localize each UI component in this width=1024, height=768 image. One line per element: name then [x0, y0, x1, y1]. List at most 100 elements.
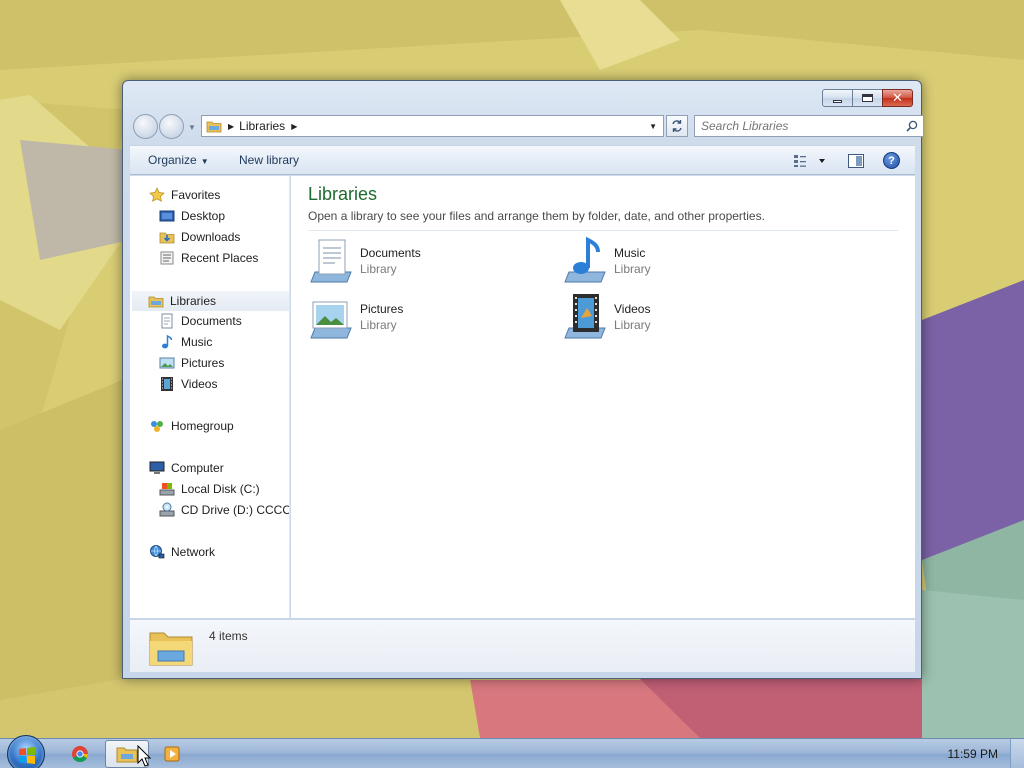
- back-button[interactable]: [133, 114, 158, 139]
- breadcrumb-libraries[interactable]: Libraries: [239, 119, 285, 133]
- library-item-videos[interactable]: Videos Library: [561, 292, 781, 342]
- nav-recent-places-label: Recent Places: [181, 251, 259, 265]
- breadcrumb-arrow-icon[interactable]: ▶: [291, 122, 297, 131]
- nav-downloads-label: Downloads: [181, 230, 241, 244]
- new-library-button[interactable]: New library: [239, 153, 299, 167]
- nav-homegroup[interactable]: Homegroup: [149, 417, 234, 435]
- nav-lib-music-label: Music: [181, 335, 213, 349]
- pictures-library-icon: [310, 301, 352, 339]
- libraries-folder-icon: [149, 632, 193, 666]
- maximize-button[interactable]: [852, 89, 883, 107]
- minimize-icon: [833, 99, 842, 103]
- nav-desktop-label: Desktop: [181, 209, 226, 223]
- recent-places-icon: [159, 250, 175, 266]
- documents-icon: [159, 313, 175, 329]
- nav-cd-drive[interactable]: CD Drive (D:) CCCOMA_X64FRE_EN-US_DV9: [159, 501, 289, 519]
- cd-drive-icon: [159, 502, 175, 518]
- start-button[interactable]: [7, 735, 45, 768]
- library-item-documents[interactable]: Documents Library: [307, 236, 527, 286]
- hard-drive-icon: [159, 481, 175, 497]
- taskbar-chrome[interactable]: [58, 740, 102, 768]
- nav-lib-pictures[interactable]: Pictures: [159, 354, 224, 372]
- show-desktop-button[interactable]: [1010, 739, 1024, 768]
- homegroup-icon: [149, 418, 165, 434]
- refresh-button[interactable]: [666, 115, 688, 137]
- change-view-button[interactable]: [793, 154, 825, 168]
- nav-computer-label: Computer: [171, 461, 224, 475]
- nav-favorites[interactable]: Favorites: [149, 186, 220, 204]
- address-dropdown-icon[interactable]: ▼: [649, 122, 657, 131]
- nav-lib-documents[interactable]: Documents: [159, 312, 242, 330]
- libraries-folder-icon: [148, 293, 164, 309]
- nav-cd-drive-label: CD Drive (D:) CCCOMA_X64FRE_EN-US_DV9: [181, 503, 289, 517]
- nav-homegroup-label: Homegroup: [171, 419, 234, 433]
- library-type: Library: [614, 318, 651, 332]
- nav-recent-places[interactable]: Recent Places: [159, 249, 258, 267]
- page-description: Open a library to see your files and arr…: [308, 209, 765, 223]
- nav-lib-documents-label: Documents: [181, 314, 242, 328]
- nav-lib-videos[interactable]: Videos: [159, 375, 217, 393]
- search-icon[interactable]: [906, 120, 918, 132]
- nav-lib-music[interactable]: Music: [159, 333, 212, 351]
- view-options-icon: [794, 155, 825, 167]
- item-count: 4 items: [209, 629, 248, 643]
- refresh-icon: [672, 120, 682, 132]
- nav-local-disk[interactable]: Local Disk (C:): [159, 480, 260, 498]
- library-type: Library: [360, 262, 397, 276]
- search-box[interactable]: [694, 115, 924, 137]
- documents-library-icon: [310, 239, 352, 283]
- media-player-icon: [164, 746, 180, 762]
- navigation-pane: Favorites Desktop Downloads Recent Place…: [130, 176, 290, 618]
- music-note-icon: [159, 334, 175, 350]
- music-library-icon: [564, 236, 606, 283]
- nav-desktop[interactable]: Desktop: [159, 207, 225, 225]
- library-name: Music: [614, 246, 646, 260]
- network-icon: [149, 544, 165, 560]
- navigation-bar: ▼ ▶ Libraries ▶ ▼: [131, 113, 924, 139]
- content-pane: Libraries Open a library to see your fil…: [291, 176, 915, 618]
- library-name: Pictures: [360, 302, 404, 316]
- pictures-icon: [159, 355, 175, 371]
- nav-favorites-label: Favorites: [171, 188, 221, 202]
- minimize-button[interactable]: [822, 89, 853, 107]
- nav-network-label: Network: [171, 545, 216, 559]
- nav-network[interactable]: Network: [149, 543, 215, 561]
- chevron-down-icon: ▼: [200, 157, 209, 166]
- forward-button[interactable]: [159, 114, 184, 139]
- chrome-icon: [72, 746, 88, 762]
- nav-libraries[interactable]: Libraries: [132, 291, 289, 311]
- organize-button[interactable]: Organize ▼: [148, 153, 209, 167]
- help-button[interactable]: ?: [883, 152, 900, 169]
- nav-lib-videos-label: Videos: [181, 377, 218, 391]
- videos-library-icon: [564, 294, 606, 339]
- library-type: Library: [360, 318, 397, 332]
- system-clock[interactable]: 11:59 PM: [948, 747, 998, 761]
- nav-lib-pictures-label: Pictures: [181, 356, 225, 370]
- page-title: Libraries: [308, 184, 378, 204]
- details-pane: 4 items: [130, 619, 915, 672]
- explorer-icon: [116, 747, 138, 763]
- search-input[interactable]: [701, 119, 901, 133]
- library-item-pictures[interactable]: Pictures Library: [307, 292, 527, 342]
- library-name: Documents: [360, 246, 421, 260]
- nav-downloads[interactable]: Downloads: [159, 228, 240, 246]
- close-button[interactable]: ✕: [882, 89, 913, 107]
- recent-pages-dropdown[interactable]: ▼: [188, 123, 196, 132]
- caption-buttons: ✕: [822, 89, 913, 107]
- library-item-music[interactable]: Music Library: [561, 236, 781, 286]
- breadcrumb-arrow-icon[interactable]: ▶: [228, 122, 234, 131]
- computer-icon: [149, 460, 165, 476]
- downloads-folder-icon: [159, 229, 175, 245]
- star-icon: [149, 187, 165, 203]
- windows-logo-icon: [19, 747, 35, 764]
- desktop-icon: [159, 208, 175, 224]
- close-icon: ✕: [892, 90, 903, 106]
- maximize-icon: [862, 94, 873, 102]
- nav-local-disk-label: Local Disk (C:): [181, 482, 260, 496]
- nav-computer[interactable]: Computer: [149, 459, 224, 477]
- explorer-window: ✕ ▼ ▶ Libraries ▶ ▼ Organize▼ New librar…: [122, 80, 924, 679]
- preview-pane-button[interactable]: [848, 154, 864, 168]
- address-bar[interactable]: ▶ Libraries ▶ ▼: [201, 115, 664, 137]
- taskbar-media-player[interactable]: [150, 740, 194, 768]
- nav-libraries-label: Libraries: [170, 294, 217, 308]
